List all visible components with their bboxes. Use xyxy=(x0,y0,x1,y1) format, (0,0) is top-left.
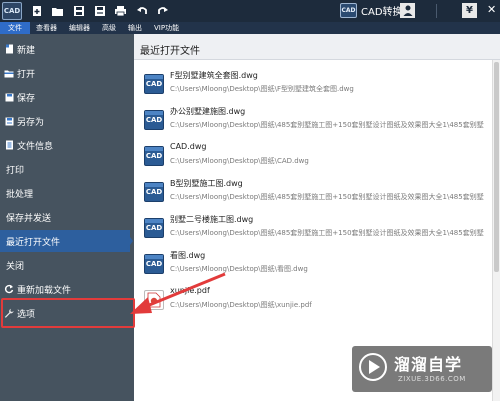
sidebar-item-label: 保存 xyxy=(17,93,36,104)
save-icon[interactable] xyxy=(72,5,85,18)
reload-icon xyxy=(4,284,14,294)
sidebar-item-label: 另存为 xyxy=(17,117,45,128)
file-info-icon xyxy=(4,140,14,150)
active-item-indicator xyxy=(127,233,133,249)
recent-file-item[interactable]: CAD F型别墅建筑全套图.dwg C:\Users\Mloong\Deskto… xyxy=(140,66,490,102)
red-arrow-annotation xyxy=(130,272,226,314)
redo-icon[interactable] xyxy=(156,5,169,18)
menu-output[interactable]: 输出 xyxy=(122,22,148,34)
highlight-annotation xyxy=(1,298,135,328)
scrollbar-thumb[interactable] xyxy=(494,62,499,272)
watermark: 溜溜自学 ZIXUE.3D66.COM xyxy=(352,346,492,392)
sidebar-item-label: 关闭 xyxy=(6,261,25,272)
recent-file-item[interactable]: CAD B型别墅施工图.dwg C:\Users\Mloong\Desktop\… xyxy=(140,174,490,210)
file-name: 看图.dwg xyxy=(170,251,206,260)
recent-file-item[interactable]: CAD 别墅二号楼施工图.dwg C:\Users\Mloong\Desktop… xyxy=(140,210,490,246)
cad-file-icon: CAD xyxy=(144,218,164,238)
cad-convert-button[interactable]: CAD CAD转换 xyxy=(340,3,403,18)
file-name: 别墅二号楼施工图.dwg xyxy=(170,215,254,224)
top-toolbar: CAD CAD CAD转换 ¥ ✕ xyxy=(0,0,500,22)
new-icon xyxy=(4,44,14,54)
user-account-icon[interactable] xyxy=(400,3,415,18)
menu-vip[interactable]: VIP功能 xyxy=(148,22,185,34)
sidebar-item-label: 最近打开文件 xyxy=(6,237,61,248)
app-logo[interactable]: CAD xyxy=(2,2,22,20)
file-path: C:\Users\Mloong\Desktop\图纸\F型别墅建筑全套图.dwg xyxy=(170,85,354,93)
toolbar-divider xyxy=(436,4,437,18)
file-path: C:\Users\Mloong\Desktop\图纸\485套别墅施工图+150… xyxy=(170,121,484,129)
cad-file-icon: CAD xyxy=(144,182,164,202)
file-name: B型别墅施工图.dwg xyxy=(170,179,243,188)
menu-editor[interactable]: 编辑器 xyxy=(63,22,96,34)
cad-file-icon: CAD xyxy=(144,74,164,94)
sidebar-item-open[interactable]: 打开 xyxy=(0,62,134,84)
cad-file-icon: CAD xyxy=(144,146,164,166)
sidebar-item-recent-files[interactable]: 最近打开文件 xyxy=(0,230,130,252)
file-path: C:\Users\Mloong\Desktop\图纸\485套别墅施工图+150… xyxy=(170,193,484,201)
sidebar-item-file-info[interactable]: 文件信息 xyxy=(0,134,134,156)
undo-icon[interactable] xyxy=(135,5,148,18)
menu-viewer[interactable]: 查看器 xyxy=(30,22,63,34)
menu-advanced[interactable]: 高级 xyxy=(96,22,122,34)
file-name: CAD.dwg xyxy=(170,142,207,151)
sidebar-item-save-and-send[interactable]: 保存并发送 xyxy=(0,206,134,228)
cad-convert-badge-icon: CAD xyxy=(340,3,357,18)
file-path: C:\Users\Mloong\Desktop\图纸\485套别墅施工图+150… xyxy=(170,229,484,237)
save-icon xyxy=(4,92,14,102)
page-title: 最近打开文件 xyxy=(140,46,200,57)
file-name: F型别墅建筑全套图.dwg xyxy=(170,71,258,80)
menu-bar: 文件 查看器 编辑器 高级 输出 VIP功能 xyxy=(0,22,500,34)
cad-file-icon: CAD xyxy=(144,110,164,130)
sidebar-item-label: 打开 xyxy=(17,69,36,80)
sidebar-item-label: 重新加载文件 xyxy=(17,285,72,296)
sidebar-item-label: 文件信息 xyxy=(17,141,54,152)
sidebar-item-print[interactable]: 打印 xyxy=(0,158,134,180)
menu-file[interactable]: 文件 xyxy=(0,22,30,34)
sidebar-item-batch[interactable]: 批处理 xyxy=(0,182,134,204)
play-logo-icon xyxy=(359,353,387,381)
sidebar-item-save-as[interactable]: 另存为 xyxy=(0,110,134,132)
scrollbar[interactable] xyxy=(492,60,500,401)
panel-header: 最近打开文件 xyxy=(134,34,500,60)
recent-file-item[interactable]: CAD 办公别墅建施图.dwg C:\Users\Mloong\Desktop\… xyxy=(140,102,490,138)
watermark-subtitle: ZIXUE.3D66.COM xyxy=(398,375,466,383)
sidebar-item-label: 保存并发送 xyxy=(6,213,52,224)
file-path: C:\Users\Mloong\Desktop\图纸\CAD.dwg xyxy=(170,157,309,165)
recent-file-item[interactable]: CAD CAD.dwg C:\Users\Mloong\Desktop\图纸\C… xyxy=(140,138,490,174)
sidebar-item-label: 批处理 xyxy=(6,189,34,200)
file-sidebar: 新建 打开 保存 另存为 文件信息 打印 批处理 保存并发送 最近打开文件 关闭… xyxy=(0,34,134,401)
save-as-icon xyxy=(4,116,14,126)
save-as-icon[interactable] xyxy=(93,5,106,18)
sidebar-item-label: 打印 xyxy=(6,165,25,176)
print-icon[interactable] xyxy=(114,5,127,18)
file-name: 办公别墅建施图.dwg xyxy=(170,107,246,116)
close-icon[interactable]: ✕ xyxy=(487,3,496,16)
watermark-title: 溜溜自学 xyxy=(394,355,463,374)
sidebar-item-new[interactable]: 新建 xyxy=(0,38,134,60)
yen-purchase-icon[interactable]: ¥ xyxy=(462,3,477,18)
sidebar-item-label: 新建 xyxy=(17,45,36,56)
open-icon xyxy=(4,68,14,78)
new-file-icon[interactable] xyxy=(30,5,43,18)
open-folder-icon[interactable] xyxy=(51,5,64,18)
cad-convert-label: CAD转换 xyxy=(361,7,403,18)
sidebar-item-save[interactable]: 保存 xyxy=(0,86,134,108)
sidebar-item-reload[interactable]: 重新加载文件 xyxy=(0,278,134,300)
sidebar-item-close[interactable]: 关闭 xyxy=(0,254,134,276)
